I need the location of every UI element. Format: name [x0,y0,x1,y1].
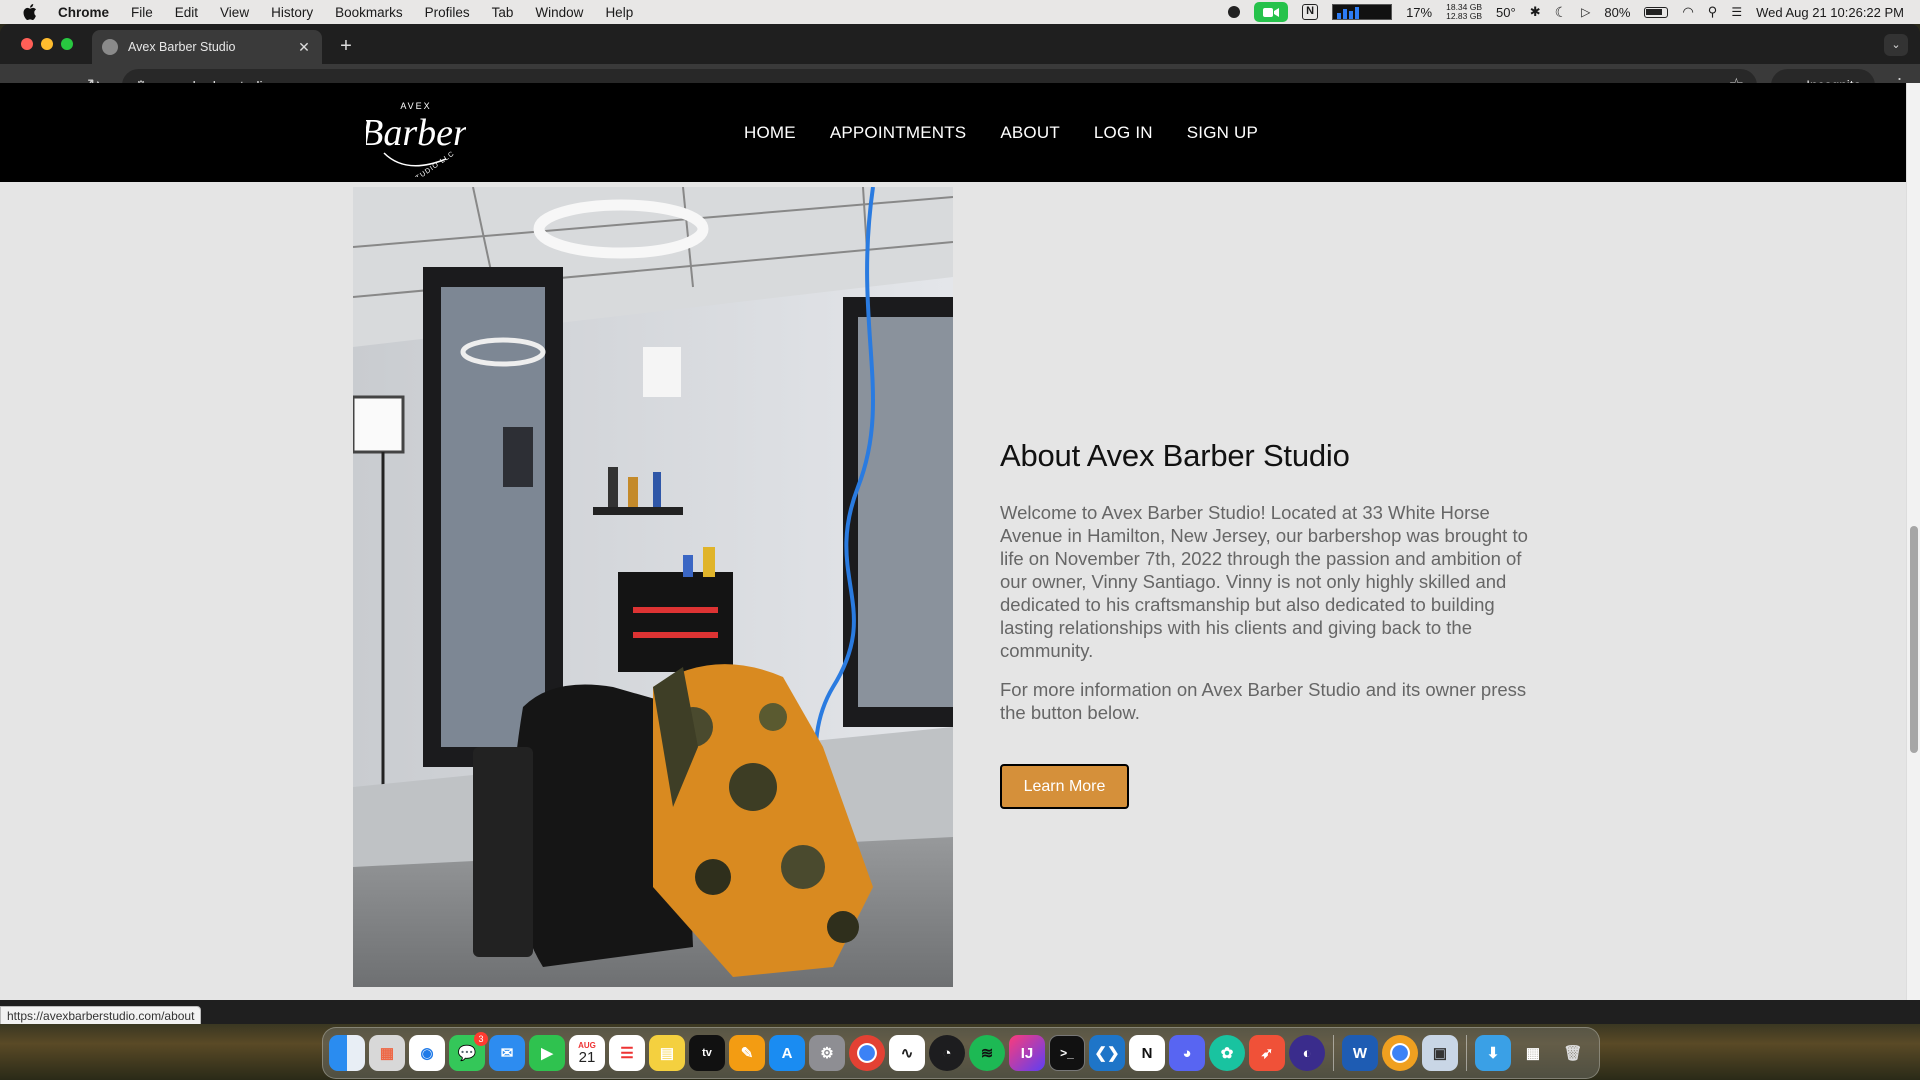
link-status-bar: https://avexbarberstudio.com/about [0,1006,202,1026]
chrome-incognito-icon[interactable] [1382,1035,1418,1071]
facetime-icon[interactable]: ▶ [529,1035,565,1071]
pages-icon[interactable]: ✎ [729,1035,765,1071]
page-scrollbar[interactable] [1906,83,1920,1000]
menu-profiles[interactable]: Profiles [425,5,470,20]
apple-menu-icon[interactable] [20,2,40,22]
menu-history[interactable]: History [271,5,313,20]
system-settings-icon[interactable]: ⚙ [809,1035,845,1071]
barbershop-photo [353,187,953,987]
about-section: About Avex Barber Studio Welcome to Avex… [1000,438,1545,809]
wifi-icon[interactable]: ◠ [1682,4,1693,20]
active-tab[interactable]: Avex Barber Studio ✕ [92,30,322,64]
intellij-icon[interactable]: IJ [1009,1035,1045,1071]
brain-app-icon[interactable]: ✿ [1209,1035,1245,1071]
web-page: AVEX Barber STUDIO LLC HOME APPOINTMENTS… [0,83,1906,1000]
battery-icon[interactable] [1644,6,1669,18]
vscode-icon[interactable]: ❮❯ [1089,1035,1125,1071]
notion-status-icon[interactable]: N [1302,4,1319,20]
close-window-icon[interactable] [21,38,33,50]
app-store-icon[interactable]: A [769,1035,805,1071]
disk-free: 12.83 GB [1446,11,1483,21]
control-center-icon[interactable]: ☰ [1731,5,1742,19]
tab-search-icon[interactable]: ⌄ [1884,34,1908,56]
messages-badge: 3 [474,1032,488,1046]
do-not-disturb-icon[interactable]: ☾ [1555,4,1568,21]
globe-icon [102,39,118,55]
about-paragraph-1: Welcome to Avex Barber Studio! Located a… [1000,502,1528,661]
safari-icon[interactable]: ◉ [409,1035,445,1071]
spotlight-search-icon[interactable]: ⚲ [1708,4,1718,20]
logo-main-text: Barber [366,112,466,154]
notion-icon[interactable]: N [1129,1035,1165,1071]
chrome-icon[interactable] [849,1035,885,1071]
facetime-status-icon[interactable] [1254,2,1289,22]
macos-menu-bar: Chrome File Edit View History Bookmarks … [0,0,1920,24]
tab-strip: Avex Barber Studio ✕ + ⌄ [0,24,1920,64]
downloads-folder-icon[interactable]: ⬇ [1475,1035,1511,1071]
preview-icon[interactable]: ▣ [1422,1035,1458,1071]
swift-playgrounds-icon[interactable]: ➶ [1249,1035,1285,1071]
finder-icon[interactable] [329,1035,365,1071]
site-header: AVEX Barber STUDIO LLC HOME APPOINTMENTS… [0,83,1906,185]
maximize-window-icon[interactable] [61,38,73,50]
nav-home-link[interactable]: HOME [744,123,796,143]
nav-about-link[interactable]: ABOUT [1000,123,1060,143]
apple-tv-icon[interactable]: tv [689,1035,725,1071]
record-indicator-icon[interactable] [1228,6,1241,18]
about-title: About Avex Barber Studio [1000,438,1350,473]
calendar-day: 21 [578,1048,596,1066]
clock[interactable]: Wed Aug 21 10:26:22 PM [1756,5,1904,20]
battery-percent[interactable]: 80% [1604,5,1630,20]
disk-usage[interactable]: 18.34 GB 12.83 GB [1446,3,1482,21]
nav-login-link[interactable]: LOG IN [1094,123,1153,143]
dock-separator-2 [1466,1035,1467,1071]
about-paragraph-2: For more information on Avex Barber Stud… [1000,679,1527,723]
site-logo[interactable]: AVEX Barber STUDIO LLC [360,93,468,185]
reminders-icon[interactable]: ☰ [609,1035,645,1071]
minimize-window-icon[interactable] [41,38,53,50]
activity-monitor-icon[interactable]: ∿ [889,1035,925,1071]
close-tab-icon[interactable]: ✕ [296,39,312,55]
trash-icon[interactable]: 🗑 [1555,1035,1591,1071]
proton-vpn-icon[interactable]: ◐ [1289,1035,1325,1071]
launchpad-icon[interactable]: ▦ [369,1035,405,1071]
window-controls [21,38,73,50]
discord-icon[interactable]: ◕ [1169,1035,1205,1071]
nav-appointments-link[interactable]: APPOINTMENTS [830,123,967,143]
messages-icon[interactable]: 💬 3 [449,1032,488,1071]
learn-more-button[interactable]: Learn More [1000,764,1129,809]
logo-top-text: AVEX [400,101,431,111]
menu-app-name[interactable]: Chrome [58,5,109,20]
menu-view[interactable]: View [220,5,249,20]
new-tab-icon[interactable]: + [336,36,356,56]
scrollbar-thumb[interactable] [1910,526,1918,753]
cpu-percent[interactable]: 17% [1406,5,1432,20]
nav-signup-link[interactable]: SIGN UP [1187,123,1258,143]
macos-dock: ▦ ◉ 💬 3 ✉ ▶ AUG 21 ☰ ▤ tv ✎ A ⚙ ∿ ◔ ≋ IJ >… [322,1027,1600,1079]
calendar-icon[interactable]: AUG 21 [569,1035,605,1071]
tab-title: Avex Barber Studio [128,40,236,54]
menu-help[interactable]: Help [605,5,633,20]
applications-grid-icon[interactable]: ▦ [1515,1035,1551,1071]
bluetooth-icon[interactable]: ✱ [1530,4,1541,20]
site-navigation: HOME APPOINTMENTS ABOUT LOG IN SIGN UP [744,83,1258,182]
menu-window[interactable]: Window [535,5,583,20]
terminal-icon[interactable]: >_ [1049,1035,1085,1071]
menu-tab[interactable]: Tab [492,5,514,20]
cpu-graph-icon[interactable] [1332,4,1393,20]
menu-file[interactable]: File [131,5,153,20]
microsoft-word-icon[interactable]: W [1342,1035,1378,1071]
dock-separator [1333,1035,1334,1071]
notes-icon[interactable]: ▤ [649,1035,685,1071]
speedometer-icon[interactable]: ◔ [929,1035,965,1071]
now-playing-icon[interactable]: ▷ [1581,5,1590,19]
spotify-icon[interactable]: ≋ [969,1035,1005,1071]
temperature[interactable]: 50° [1496,5,1516,20]
menu-edit[interactable]: Edit [175,5,198,20]
mail-icon[interactable]: ✉ [489,1035,525,1071]
menu-bookmarks[interactable]: Bookmarks [335,5,403,20]
